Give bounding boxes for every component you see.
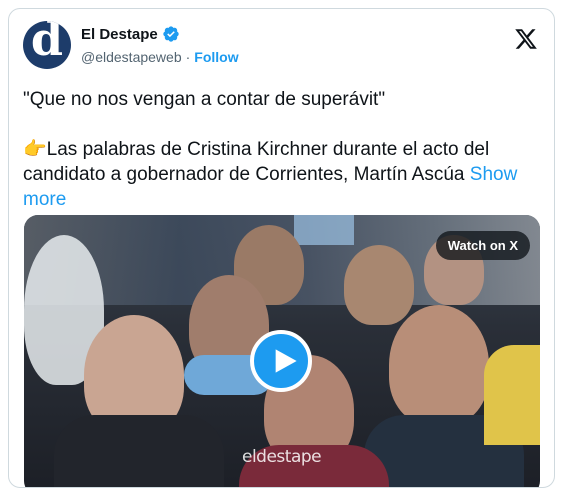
video-player[interactable]: Watch on X eldestape [24,215,540,487]
tweet-header: d El Destape @eldestapeweb · Follow [23,21,540,71]
tweet-card[interactable]: d El Destape @eldestapeweb · Follow "Que… [8,8,555,488]
handle-row: @eldestapeweb · Follow [81,49,239,65]
separator-dot: · [185,49,191,65]
video-watermark: eldestape [242,447,322,467]
person-man-right [389,305,489,425]
display-name-row: El Destape [81,25,239,43]
display-name[interactable]: El Destape [81,26,158,43]
play-icon [275,349,297,373]
person-back-2 [344,245,414,325]
verified-badge-icon [163,26,179,42]
tweet-body: 👉Las palabras de Cristina Kirchner duran… [23,137,523,212]
old-man-body [54,415,224,487]
x-logo-icon[interactable] [514,27,538,51]
handle[interactable]: @eldestapeweb [81,49,182,65]
tweet-text: "Que no nos vengan a contar de superávit… [23,87,523,212]
tweet-body-text: Las palabras de Cristina Kirchner durant… [23,139,490,185]
flag-stripe [294,215,354,245]
tweet-quote: "Que no nos vengan a contar de superávit… [23,89,386,110]
follow-button[interactable]: Follow [194,49,238,65]
watch-on-x-button[interactable]: Watch on X [435,231,530,260]
pointing-hand-icon: 👉 [23,139,47,160]
author-info: El Destape @eldestapeweb · Follow [81,25,239,66]
play-button[interactable] [250,330,312,392]
avatar-letter: d [30,21,64,66]
yellow-shirt [484,345,540,445]
avatar[interactable]: d [23,21,71,69]
